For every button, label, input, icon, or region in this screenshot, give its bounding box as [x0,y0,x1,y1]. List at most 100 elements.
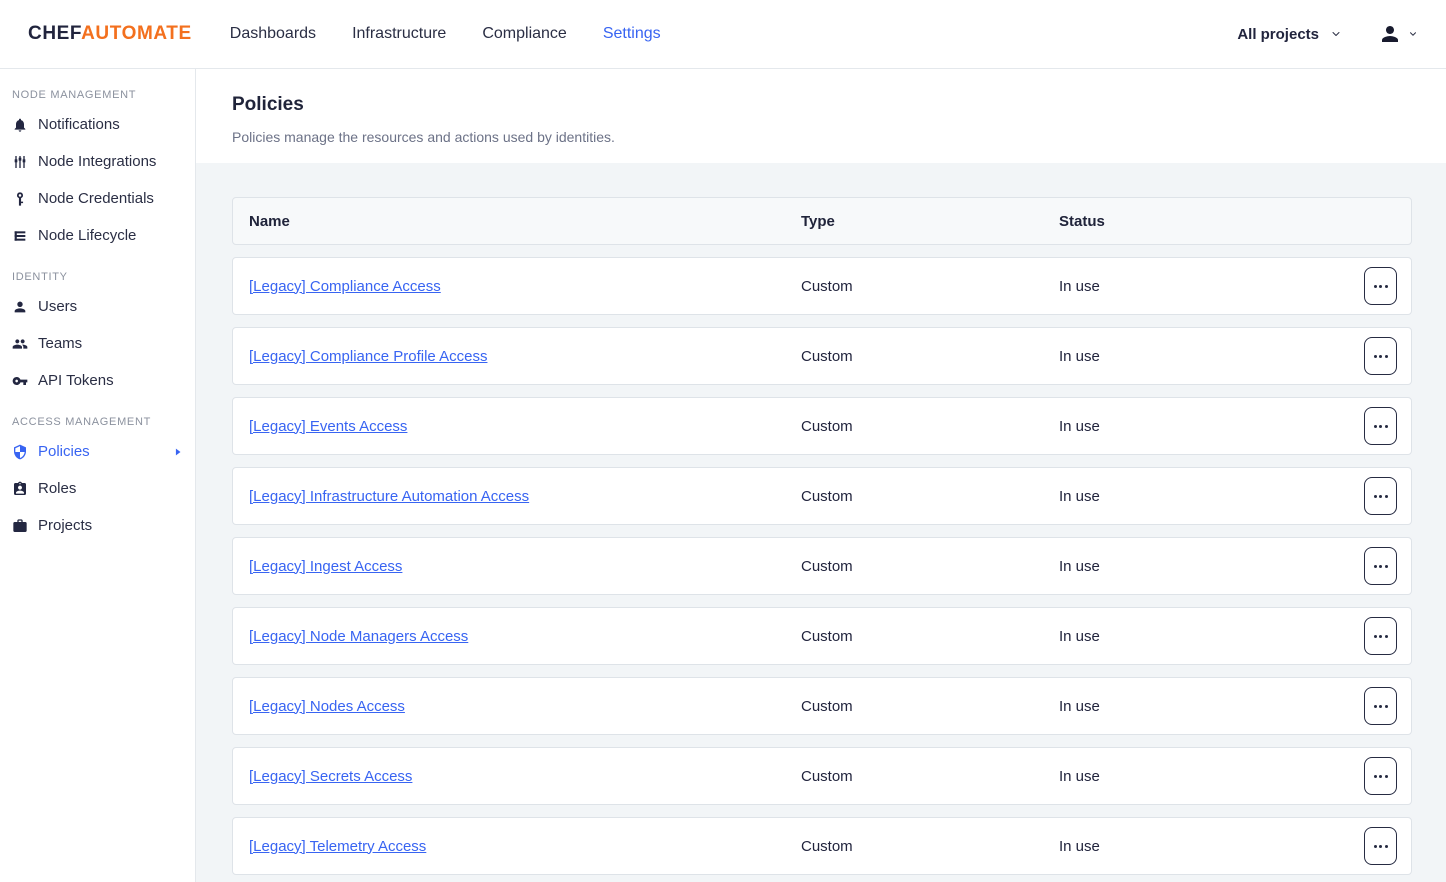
chevron-down-icon [1330,28,1342,40]
top-nav-bar: CHEFAUTOMATE Dashboards Infrastructure Com… [0,0,1446,69]
sidebar-item-label: Projects [38,517,92,534]
row-more-options-button[interactable] [1364,547,1397,585]
projects-filter-dropdown[interactable]: All projects [1237,26,1342,43]
sidebar-item-node-lifecycle[interactable]: Node Lifecycle [0,217,195,254]
primary-nav: Dashboards Infrastructure Compliance Settin… [230,25,661,43]
policy-type: Custom [801,418,1059,435]
policies-table-area: Name Type Status [Legacy] Compliance Acc… [196,163,1446,882]
row-more-options-button[interactable] [1364,477,1397,515]
policy-status: In use [1059,558,1349,575]
table-body: [Legacy] Compliance AccessCustomIn use[L… [232,257,1412,875]
policy-name-link[interactable]: [Legacy] Node Managers Access [249,628,801,645]
nav-item-settings[interactable]: Settings [603,25,661,43]
page-header: Policies Policies manage the resources a… [196,69,1446,163]
policy-name-link[interactable]: [Legacy] Events Access [249,418,801,435]
people-icon [12,336,28,352]
badge-icon [12,481,28,497]
person-icon [12,299,28,315]
policy-type: Custom [801,628,1059,645]
sidebar-item-label: Node Integrations [38,153,156,170]
row-more-options-button[interactable] [1364,827,1397,865]
bell-icon [12,117,28,133]
policy-status: In use [1059,698,1349,715]
policy-row-legacy-compliance-profile-access: [Legacy] Compliance Profile AccessCustom… [232,327,1412,385]
sidebar-item-policies[interactable]: Policies [0,433,195,470]
sidebar-item-node-integrations[interactable]: Node Integrations [0,143,195,180]
policy-type: Custom [801,278,1059,295]
policy-name-link[interactable]: [Legacy] Telemetry Access [249,838,801,855]
row-more-options-button[interactable] [1364,407,1397,445]
user-menu[interactable] [1378,22,1418,46]
sidebar-item-node-credentials[interactable]: Node Credentials [0,180,195,217]
policy-type: Custom [801,698,1059,715]
policy-type: Custom [801,488,1059,505]
policy-row-legacy-nodes-access: [Legacy] Nodes AccessCustomIn use [232,677,1412,735]
policy-name-link[interactable]: [Legacy] Compliance Profile Access [249,348,801,365]
policy-row-legacy-ingest-access: [Legacy] Ingest AccessCustomIn use [232,537,1412,595]
sidebar-section-title: ACCESS MANAGEMENT [12,416,183,428]
key-icon [12,373,28,389]
nav-item-infrastructure[interactable]: Infrastructure [352,25,446,43]
policy-type: Custom [801,768,1059,785]
sidebar-section-identity: IDENTITYUsersTeamsAPI Tokens [0,271,195,399]
sidebar-item-label: Teams [38,335,82,352]
projects-filter-label: All projects [1237,26,1319,43]
sidebar-item-label: API Tokens [38,372,114,389]
sidebar-section-node-management: NODE MANAGEMENT Notifications Node Integra… [0,89,195,254]
column-header-type: Type [801,213,1059,230]
expand-arrow-icon [173,447,183,457]
page-subtitle: Policies manage the resources and action… [232,129,1410,145]
nav-item-compliance[interactable]: Compliance [482,25,566,43]
row-more-options-button[interactable] [1364,267,1397,305]
policy-status: In use [1059,278,1349,295]
column-header-status: Status [1059,213,1349,230]
policy-row-legacy-events-access: [Legacy] Events AccessCustomIn use [232,397,1412,455]
key-vertical-icon [12,191,28,207]
sidebar-section-title: NODE MANAGEMENT [12,89,183,101]
policy-row-legacy-node-managers-access: [Legacy] Node Managers AccessCustomIn us… [232,607,1412,665]
page-title: Policies [232,94,1410,116]
policy-type: Custom [801,558,1059,575]
policy-name-link[interactable]: [Legacy] Ingest Access [249,558,801,575]
policy-row-legacy-secrets-access: [Legacy] Secrets AccessCustomIn use [232,747,1412,805]
row-more-options-button[interactable] [1364,617,1397,655]
logo-automate: AUTOMATE [81,23,192,44]
shield-icon [12,444,28,460]
sidebar-item-label: Node Lifecycle [38,227,136,244]
sidebar-item-projects[interactable]: Projects [0,507,195,544]
policy-name-link[interactable]: [Legacy] Nodes Access [249,698,801,715]
policy-status: In use [1059,488,1349,505]
sidebar-item-label: Users [38,298,77,315]
sidebar-item-label: Notifications [38,116,120,133]
policy-status: In use [1059,348,1349,365]
sidebar-item-label: Node Credentials [38,190,154,207]
sidebar-item-users[interactable]: Users [0,288,195,325]
sidebar-item-notifications[interactable]: Notifications [0,106,195,143]
chef-automate-logo[interactable]: CHEFAUTOMATE [28,23,192,45]
policy-name-link[interactable]: [Legacy] Compliance Access [249,278,801,295]
sidebar-item-teams[interactable]: Teams [0,325,195,362]
topbar-right: All projects [1237,22,1418,46]
column-header-name: Name [249,213,801,230]
list-icon [12,228,28,244]
logo-chef: CHEF [28,23,81,44]
policy-status: In use [1059,418,1349,435]
sidebar-item-api-tokens[interactable]: API Tokens [0,362,195,399]
policy-status: In use [1059,628,1349,645]
main-panel: Policies Policies manage the resources a… [196,69,1446,882]
policy-name-link[interactable]: [Legacy] Infrastructure Automation Acces… [249,488,801,505]
policy-type: Custom [801,348,1059,365]
policy-name-link[interactable]: [Legacy] Secrets Access [249,768,801,785]
settings-sidebar: NODE MANAGEMENT Notifications Node Integra… [0,69,196,882]
row-more-options-button[interactable] [1364,757,1397,795]
sidebar-item-roles[interactable]: Roles [0,470,195,507]
policy-status: In use [1059,838,1349,855]
row-more-options-button[interactable] [1364,337,1397,375]
table-header-row: Name Type Status [232,197,1412,245]
sidebar-item-label: Policies [38,443,90,460]
row-more-options-button[interactable] [1364,687,1397,725]
chevron-down-icon [1408,29,1418,39]
nav-item-dashboards[interactable]: Dashboards [230,25,316,43]
sidebar-item-label: Roles [38,480,76,497]
policy-row-legacy-compliance-access: [Legacy] Compliance AccessCustomIn use [232,257,1412,315]
